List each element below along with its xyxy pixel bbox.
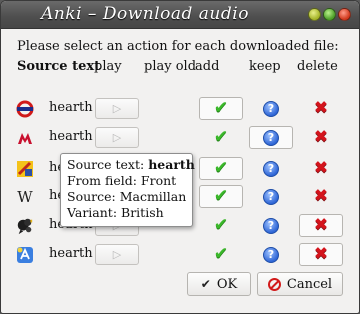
- wikipedia-icon: W: [16, 188, 34, 206]
- cancel-button[interactable]: Cancel: [257, 272, 343, 296]
- check-icon: ✔: [213, 158, 229, 178]
- tooltip-source-text-value: hearth: [148, 157, 195, 172]
- delete-option[interactable]: ✖: [299, 126, 343, 149]
- check-icon: ✔: [213, 215, 229, 235]
- help-icon: ?: [263, 129, 279, 146]
- delete-option[interactable]: ✖: [299, 214, 343, 237]
- keep-option[interactable]: ?: [249, 126, 293, 149]
- delete-x-icon: ✖: [313, 244, 329, 264]
- svg-text:W: W: [17, 188, 33, 206]
- add-option[interactable]: ✔: [199, 97, 243, 120]
- column-header-play: play: [94, 59, 122, 74]
- play-button[interactable]: ▷: [95, 98, 139, 119]
- leo-dictionary-icon: [16, 160, 34, 178]
- tooltip-from-field: From field: Front: [67, 173, 177, 188]
- file-row: hearth ▷ ✔ ? ✖: [1, 242, 359, 268]
- ok-button[interactable]: ✔ OK: [187, 272, 251, 296]
- download-audio-dialog: Anki – Download audio Please select an a…: [0, 0, 360, 314]
- tooltip-source: Source: Macmillan: [67, 189, 187, 204]
- cancel-icon: [267, 277, 281, 291]
- app-store-icon: [16, 246, 34, 264]
- delete-x-icon: ✖: [313, 186, 329, 206]
- column-header-source-text: Source text: [17, 59, 101, 74]
- help-icon: ?: [263, 100, 279, 117]
- source-tooltip: Source text: hearth From field: Front So…: [60, 153, 195, 227]
- delete-x-icon: ✖: [313, 98, 329, 118]
- file-row: hearth ▷ ✔ ? ✖: [1, 125, 359, 151]
- add-option[interactable]: ✔: [199, 126, 243, 149]
- keep-option[interactable]: ?: [249, 214, 293, 237]
- help-icon: ?: [263, 217, 279, 234]
- maximize-button[interactable]: [323, 8, 336, 21]
- window-title: Anki – Download audio: [41, 4, 249, 24]
- check-icon: ✔: [213, 127, 229, 147]
- source-text-word: hearth: [49, 246, 93, 261]
- help-icon: ?: [263, 246, 279, 263]
- column-header-delete: delete: [297, 59, 338, 74]
- tooltip-variant: Variant: British: [67, 205, 164, 220]
- keep-option[interactable]: ?: [249, 243, 293, 266]
- help-icon: ?: [263, 160, 279, 177]
- column-header-play-old: play old: [144, 59, 197, 74]
- delete-option[interactable]: ✖: [299, 185, 343, 208]
- help-icon: ?: [263, 188, 279, 205]
- tooltip-source-text-label: Source text:: [67, 157, 145, 172]
- delete-x-icon: ✖: [313, 158, 329, 178]
- ok-label: OK: [216, 276, 238, 292]
- column-header-keep: keep: [249, 59, 281, 74]
- keep-option[interactable]: ?: [249, 185, 293, 208]
- play-button[interactable]: ▷: [95, 244, 139, 265]
- ok-check-icon: ✔: [200, 277, 211, 291]
- check-icon: ✔: [213, 244, 229, 264]
- delete-option[interactable]: ✖: [299, 97, 343, 120]
- cancel-label: Cancel: [286, 276, 333, 292]
- source-text-word: hearth: [49, 100, 93, 115]
- macmillan-icon: [16, 129, 34, 147]
- keep-option[interactable]: ?: [249, 97, 293, 120]
- column-header-add: add: [195, 59, 220, 74]
- add-option[interactable]: ✔: [199, 214, 243, 237]
- close-button[interactable]: [338, 8, 351, 21]
- forvo-icon: [16, 217, 34, 235]
- add-option[interactable]: ✔: [199, 157, 243, 180]
- add-option[interactable]: ✔: [199, 185, 243, 208]
- title-bar[interactable]: Anki – Download audio: [1, 1, 359, 29]
- play-button[interactable]: ▷: [95, 127, 139, 148]
- minimize-button[interactable]: [308, 8, 321, 21]
- source-text-word: hearth: [49, 129, 93, 144]
- delete-option[interactable]: ✖: [299, 243, 343, 266]
- london-underground-icon: [16, 100, 34, 118]
- check-icon: ✔: [213, 186, 229, 206]
- delete-x-icon: ✖: [313, 127, 329, 147]
- add-option[interactable]: ✔: [199, 243, 243, 266]
- tooltip-source-text-line: Source text: hearth: [67, 157, 195, 173]
- keep-option[interactable]: ?: [249, 157, 293, 180]
- instruction-text: Please select an action for each downloa…: [17, 39, 339, 54]
- check-icon: ✔: [213, 98, 229, 118]
- delete-x-icon: ✖: [313, 215, 329, 235]
- file-row: hearth ▷ ✔ ? ✖: [1, 96, 359, 122]
- delete-option[interactable]: ✖: [299, 157, 343, 180]
